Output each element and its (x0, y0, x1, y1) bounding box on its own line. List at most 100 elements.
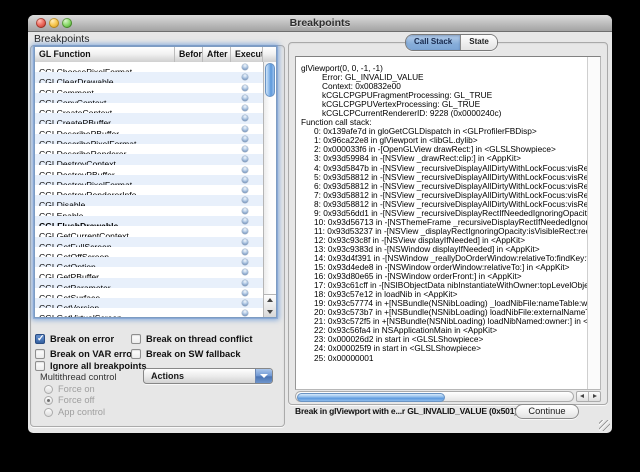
break-on-thread-conflict-label: Break on thread conflict (146, 334, 252, 345)
table-scrollbar-thumb[interactable] (265, 63, 275, 97)
gl-function-table[interactable]: GL Function Before After Execute CGLChoo… (34, 46, 277, 318)
break-on-sw-fallback-checkbox[interactable] (131, 349, 141, 359)
scroll-up-icon[interactable] (267, 298, 273, 302)
break-status-text: Break in glViewport with e...r GL_INVALI… (295, 406, 517, 416)
table-row[interactable]: CGLGetParameter (35, 278, 263, 288)
execute-breakpoint-orb-icon[interactable] (242, 280, 248, 286)
scroll-left-icon[interactable] (577, 392, 589, 401)
execute-breakpoint-orb-icon[interactable] (242, 249, 248, 255)
column-header-after[interactable]: After (203, 47, 231, 62)
execute-breakpoint-orb-icon[interactable] (242, 177, 248, 183)
tab-call-stack[interactable]: Call Stack (406, 35, 461, 50)
call-stack-view[interactable]: glViewport(0, 0, -1, -1)Error: GL_INVALI… (295, 56, 601, 390)
column-header-execute[interactable]: Execute (231, 47, 263, 62)
table-row[interactable]: CGLGetOffScreen (35, 247, 263, 257)
actions-dropdown-value: Actions (151, 369, 184, 383)
execute-breakpoint-orb-icon[interactable] (242, 136, 248, 142)
call-stack-horizontal-scrollbar[interactable] (295, 391, 601, 403)
call-stack-text: glViewport(0, 0, -1, -1)Error: GL_INVALI… (296, 57, 588, 389)
table-row[interactable]: CGLGetVersion (35, 298, 263, 308)
app-control-radio[interactable] (44, 408, 53, 417)
multithread-control-label: Multithread control (40, 372, 116, 382)
hscroll-arrows (576, 391, 601, 402)
table-row[interactable]: CGLDestroyContext (35, 154, 263, 164)
execute-breakpoint-orb-icon[interactable] (242, 208, 248, 214)
table-row[interactable]: CGLDestroyRendererInfo (35, 185, 263, 195)
execute-breakpoint-orb-icon[interactable] (242, 269, 248, 275)
force-off-radio[interactable] (44, 396, 53, 405)
column-header-before[interactable]: Before (175, 47, 203, 62)
table-row[interactable]: CGLDescribePBuffer (35, 124, 263, 134)
dropdown-arrow-icon (255, 369, 272, 383)
table-scrollbar[interactable] (263, 62, 276, 317)
break-on-thread-conflict-checkbox[interactable] (131, 334, 141, 344)
table-row[interactable]: CGLFlushDrawable (35, 216, 263, 226)
ignore-all-breakpoints-checkbox[interactable] (35, 361, 45, 371)
table-row[interactable]: CGLDisable (35, 195, 263, 205)
execute-breakpoint-orb-icon[interactable] (242, 95, 248, 101)
execute-breakpoint-orb-icon[interactable] (242, 85, 248, 91)
table-row[interactable]: CGLChoosePixelFormat (35, 62, 263, 72)
column-header-gl-function[interactable]: GL Function (35, 47, 175, 62)
execute-breakpoint-orb-icon[interactable] (242, 300, 248, 306)
execute-breakpoint-orb-icon[interactable] (242, 64, 248, 70)
scroll-right-icon[interactable] (589, 392, 600, 401)
table-row[interactable]: CGLGetCurrentContext (35, 226, 263, 236)
gl-function-table-body: CGLChoosePixelFormatCGLClearDrawableCGLC… (35, 62, 263, 317)
scroll-down-icon[interactable] (267, 310, 273, 314)
execute-breakpoint-orb-icon[interactable] (242, 187, 248, 193)
tab-bar: Call Stack State (405, 34, 498, 51)
table-row[interactable]: CGLEnable (35, 206, 263, 216)
force-on-radio[interactable] (44, 385, 53, 394)
actions-dropdown[interactable]: Actions (143, 368, 273, 384)
table-row[interactable]: CGLDestroyPBuffer (35, 165, 263, 175)
hscroll-thumb[interactable] (297, 393, 445, 402)
table-row[interactable]: CGLGetFullScreen (35, 237, 263, 247)
checkbox-row-1: Break on error Break on thread conflict (28, 334, 281, 345)
execute-breakpoint-orb-icon[interactable] (242, 218, 248, 224)
tab-state[interactable]: State (461, 35, 497, 50)
force-on-label: Force on (58, 384, 95, 394)
execute-breakpoint-orb-icon[interactable] (242, 105, 248, 111)
table-row[interactable]: CGLGetPBuffer (35, 267, 263, 277)
execute-breakpoint-orb-icon[interactable] (242, 74, 248, 80)
table-row[interactable]: CGLComment (35, 83, 263, 93)
break-on-error-checkbox[interactable] (35, 334, 45, 344)
table-row[interactable]: CGLDescribePixelFormat (35, 134, 263, 144)
table-row[interactable]: CGLDescribeRenderer (35, 144, 263, 154)
execute-breakpoint-orb-icon[interactable] (242, 310, 248, 316)
table-row[interactable]: CGLClearDrawable (35, 72, 263, 82)
table-row[interactable]: CGLCreateContext (35, 103, 263, 113)
execute-breakpoint-orb-icon[interactable] (242, 146, 248, 152)
column-header-spacer (263, 47, 276, 62)
continue-button[interactable]: Continue (515, 404, 579, 419)
gl-function-name: CGLGetVirtualScreen (35, 313, 122, 317)
table-row[interactable]: CGLDestroyPixelFormat (35, 175, 263, 185)
table-row[interactable]: CGLGetVirtualScreen (35, 308, 263, 317)
execute-breakpoint-orb-icon[interactable] (242, 115, 248, 121)
checkbox-row-2: Break on VAR error Break on SW fallback (28, 349, 281, 360)
force-off-label: Force off (58, 395, 95, 405)
execute-breakpoint-orb-icon[interactable] (242, 197, 248, 203)
execute-breakpoint-orb-icon[interactable] (242, 126, 248, 132)
execute-breakpoint-orb-icon[interactable] (242, 156, 248, 162)
title-bar[interactable]: Breakpoints (28, 15, 612, 32)
break-on-var-error-checkbox[interactable] (35, 349, 45, 359)
table-row[interactable]: CGLCopyContext (35, 93, 263, 103)
resize-grip[interactable] (599, 420, 610, 431)
execute-breakpoint-orb-icon[interactable] (242, 239, 248, 245)
call-stack-vertical-scrollbar[interactable] (587, 57, 600, 389)
break-on-sw-fallback-label: Break on SW fallback (146, 349, 241, 360)
execute-breakpoint-orb-icon[interactable] (242, 228, 248, 234)
execute-breakpoint-orb-icon[interactable] (242, 259, 248, 265)
hscroll-track[interactable] (295, 391, 574, 402)
breakpoints-window: Breakpoints Breakpoints GL Function Befo… (28, 15, 612, 433)
table-row[interactable]: CGLGetOption (35, 257, 263, 267)
table-row[interactable]: CGLGetSurface (35, 288, 263, 298)
execute-breakpoint-orb-icon[interactable] (242, 167, 248, 173)
table-row[interactable]: CGLCreatePBuffer (35, 113, 263, 123)
execute-breakpoint-orb-icon[interactable] (242, 290, 248, 296)
table-header: GL Function Before After Execute (35, 47, 276, 63)
window-title: Breakpoints (28, 15, 612, 31)
table-scrollbar-arrows (264, 294, 276, 317)
